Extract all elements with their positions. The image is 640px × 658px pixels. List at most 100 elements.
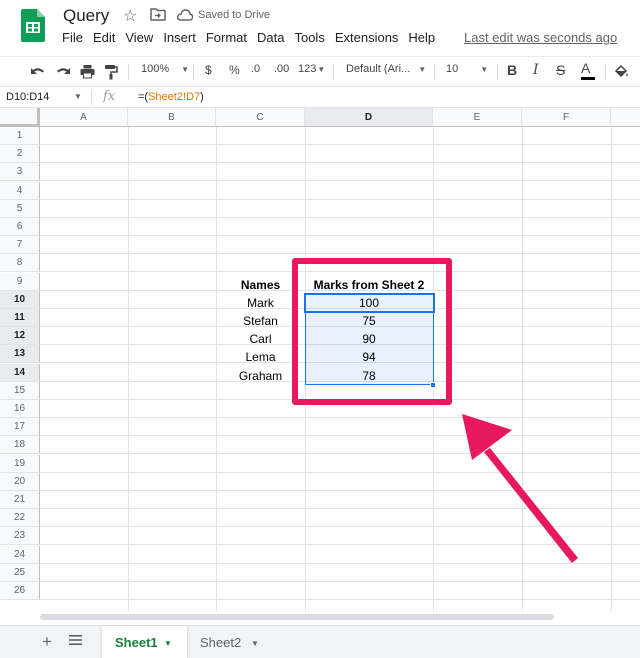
print-icon[interactable]: [80, 64, 95, 79]
add-sheet-icon[interactable]: +: [42, 632, 52, 652]
menu-data[interactable]: Data: [257, 30, 284, 45]
row-header[interactable]: 15: [0, 382, 40, 400]
grid-line: [40, 599, 640, 600]
formula-prefix: =(: [138, 91, 149, 103]
toolbar-separator: [434, 64, 435, 80]
row-header[interactable]: 21: [0, 491, 40, 509]
column-header-c[interactable]: C: [216, 108, 305, 127]
fx-icon: fx: [103, 89, 116, 104]
star-icon[interactable]: ☆: [123, 6, 137, 26]
menu-help[interactable]: Help: [408, 30, 435, 45]
grid-line: [40, 217, 640, 218]
formula-suffix: ): [200, 91, 204, 103]
spreadsheet-grid[interactable]: A B C D E F 1 2 3 4 5 6 7 8 9 10 11 12 13 14 15 16 17 18 1…: [0, 108, 640, 613]
row-header[interactable]: 1: [0, 127, 40, 145]
undo-icon[interactable]: [30, 65, 46, 77]
chevron-down-icon: ▼: [418, 65, 427, 74]
formula-bar: D10:D14 ▼ fx =(Sheet2!D7): [0, 86, 640, 108]
more-formats-button[interactable]: 123▼: [298, 63, 325, 75]
chevron-down-icon[interactable]: ▼: [164, 627, 172, 658]
percent-button[interactable]: %: [229, 63, 240, 77]
row-header[interactable]: 4: [0, 182, 40, 200]
name-box[interactable]: D10:D14: [6, 91, 49, 103]
increase-decimal-button[interactable]: .00: [274, 63, 289, 75]
row-header[interactable]: 18: [0, 436, 40, 454]
menu-extensions[interactable]: Extensions: [335, 30, 399, 45]
italic-button[interactable]: I: [533, 62, 539, 78]
row-header[interactable]: 22: [0, 509, 40, 527]
menu-tools[interactable]: Tools: [294, 30, 324, 45]
menu-edit[interactable]: Edit: [93, 30, 115, 45]
toolbar-separator: [193, 64, 194, 80]
document-title[interactable]: Query: [63, 6, 109, 26]
last-edit-link[interactable]: Last edit was seconds ago: [464, 30, 617, 45]
row-header[interactable]: 3: [0, 163, 40, 181]
row-header[interactable]: 24: [0, 546, 40, 564]
formula-reference: Sheet2!D7: [148, 91, 201, 103]
column-header-b[interactable]: B: [128, 108, 216, 127]
font-size-select[interactable]: 10 ▼: [446, 63, 488, 75]
currency-button[interactable]: $: [205, 63, 212, 77]
row-header[interactable]: 14: [0, 364, 40, 382]
redo-icon[interactable]: [55, 65, 71, 77]
title-bar: Query ☆ Saved to Drive File Edit View Inser…: [0, 0, 640, 52]
move-to-folder-icon[interactable]: [150, 8, 166, 21]
decrease-decimal-button[interactable]: .0: [251, 63, 260, 75]
column-header-d[interactable]: D: [305, 108, 433, 127]
column-header-g[interactable]: [611, 108, 640, 127]
row-header[interactable]: 11: [0, 309, 40, 327]
toolbar-separator: [128, 64, 129, 80]
chevron-down-icon[interactable]: ▼: [251, 627, 259, 658]
row-header[interactable]: 7: [0, 236, 40, 254]
row-header[interactable]: 6: [0, 218, 40, 236]
formula-input[interactable]: =(Sheet2!D7): [138, 91, 204, 103]
zoom-value: 100%: [141, 63, 170, 75]
paint-format-icon[interactable]: [104, 64, 118, 80]
zoom-select[interactable]: 100% ▼: [141, 63, 189, 75]
sheet-tab-bar: + Sheet1 ▼ Sheet2 ▼: [0, 625, 640, 658]
row-header[interactable]: 5: [0, 200, 40, 218]
tab-sheet1[interactable]: Sheet1 ▼: [102, 626, 187, 658]
bold-button[interactable]: B: [507, 62, 517, 78]
row-header[interactable]: 2: [0, 145, 40, 163]
tab-sheet2[interactable]: Sheet2 ▼: [195, 626, 270, 658]
row-header[interactable]: 8: [0, 254, 40, 272]
menu-view[interactable]: View: [125, 30, 153, 45]
font-select[interactable]: Default (Ari... ▼: [346, 63, 426, 75]
grid-line: [40, 180, 640, 181]
chevron-down-icon: ▼: [181, 65, 190, 74]
row-header[interactable]: 26: [0, 582, 40, 600]
row-header[interactable]: 9: [0, 273, 40, 291]
cloud-saved-icon[interactable]: [177, 9, 193, 21]
chevron-down-icon[interactable]: ▼: [74, 92, 82, 101]
scrollbar-thumb[interactable]: [40, 614, 554, 620]
grid-line: [40, 235, 640, 236]
menu-file[interactable]: File: [62, 30, 83, 45]
font-size-value: 10: [446, 63, 459, 75]
row-header[interactable]: 25: [0, 564, 40, 582]
select-all-corner[interactable]: [0, 108, 40, 127]
toolbar-separator: [605, 64, 606, 80]
formula-separator: [91, 90, 92, 105]
grid-line: [40, 144, 640, 145]
all-sheets-icon[interactable]: [69, 634, 82, 646]
row-header[interactable]: 16: [0, 400, 40, 418]
column-header-e[interactable]: E: [433, 108, 522, 127]
text-color-button[interactable]: A: [581, 60, 595, 80]
row-header[interactable]: 23: [0, 527, 40, 545]
sheets-logo-icon[interactable]: [21, 9, 45, 42]
menu-format[interactable]: Format: [206, 30, 247, 45]
decrease-decimal-label: .0: [251, 63, 261, 75]
strikethrough-button[interactable]: S: [556, 62, 565, 78]
row-header[interactable]: 10: [0, 291, 40, 309]
row-header[interactable]: 17: [0, 418, 40, 436]
column-header-f[interactable]: F: [522, 108, 611, 127]
column-header-a[interactable]: A: [40, 108, 128, 127]
row-header[interactable]: 13: [0, 345, 40, 363]
row-header[interactable]: 20: [0, 473, 40, 491]
row-header[interactable]: 19: [0, 455, 40, 473]
menu-insert[interactable]: Insert: [163, 30, 196, 45]
row-header[interactable]: 12: [0, 327, 40, 345]
horizontal-scrollbar[interactable]: [40, 612, 640, 622]
fill-color-icon[interactable]: [614, 64, 629, 79]
